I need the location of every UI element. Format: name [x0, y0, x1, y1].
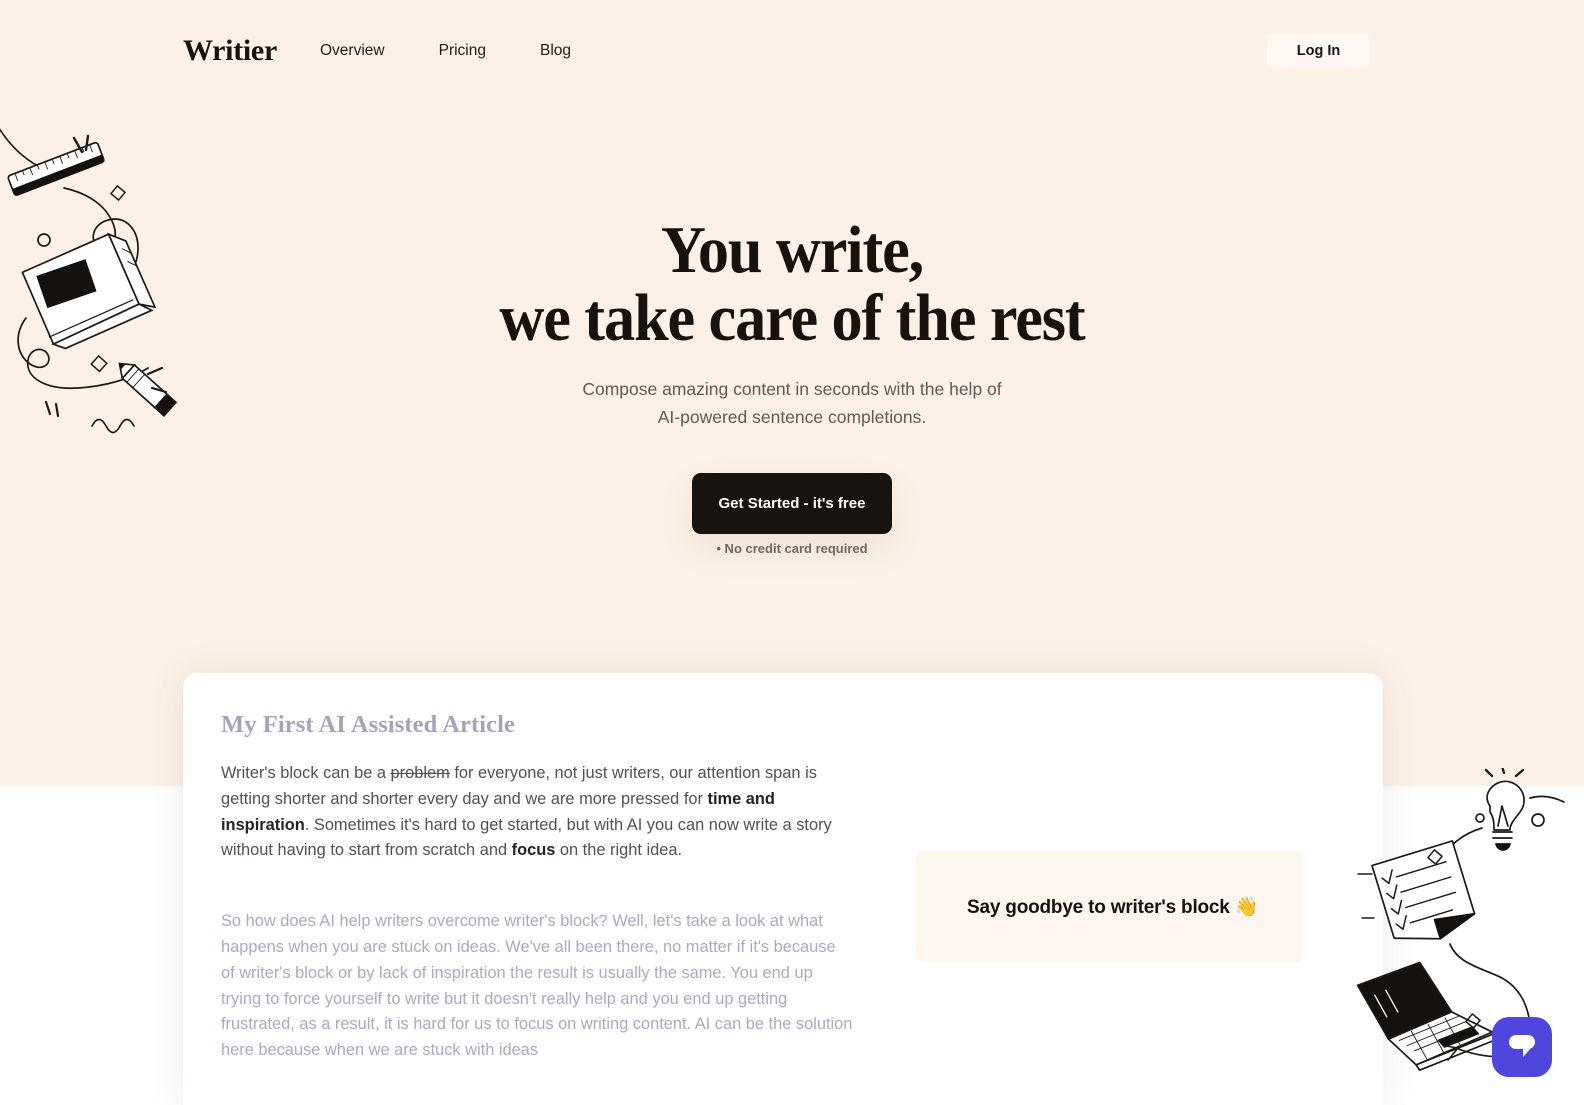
nav-link-pricing[interactable]: Pricing [439, 41, 486, 61]
hero-headline-line-2: we take care of the rest [499, 281, 1085, 355]
get-started-button[interactable]: Get Started - it's free [691, 473, 893, 534]
nav-link-blog[interactable]: Blog [540, 41, 571, 61]
document-title[interactable]: My First AI Assisted Article [221, 711, 515, 739]
bold-phrase-2: focus [511, 841, 556, 860]
callout-box: Say goodbye to writer's block 👋 [916, 851, 1303, 962]
document-body: Writer's block can be a problem for ever… [221, 761, 853, 1064]
nav-link-overview[interactable]: Overview [320, 41, 385, 61]
chat-widget-button[interactable] [1492, 1017, 1552, 1077]
editor-preview-card: My First AI Assisted Article Writer's bl… [183, 673, 1383, 1105]
cta-note: • No credit card required [716, 541, 868, 556]
hero-headline: You write, we take care of the rest [55, 216, 1528, 352]
struck-word: problem [390, 764, 450, 782]
paragraph-ai-suggestion[interactable]: So how does AI help writers overcome wri… [221, 909, 853, 1064]
login-button[interactable]: Log In [1267, 33, 1370, 68]
logo-wordmark[interactable]: Writier [183, 34, 277, 68]
hero-subheadline: Compose amazing content in seconds with … [0, 375, 1584, 431]
hero-cta-container: Get Started - it's free [0, 473, 1584, 534]
paragraph-seg-1: Writer's block can be a [221, 764, 391, 782]
landing-page: Writier Overview Pricing Blog Log In You… [0, 0, 1584, 1105]
nav-links: Overview Pricing Blog [320, 41, 571, 61]
hero-subheadline-line-1: Compose amazing content in seconds with … [582, 379, 1002, 399]
paragraph-written[interactable]: Writer's block can be a problem for ever… [221, 761, 853, 864]
top-navigation: Writier Overview Pricing Blog Log In [0, 0, 1584, 101]
paragraph-seg-4: on the right idea. [555, 841, 683, 860]
hero-headline-line-1: You write, [660, 213, 924, 287]
chat-bubble-icon [1507, 1033, 1537, 1062]
hero-subheadline-line-2: AI-powered sentence completions. [657, 407, 927, 427]
callout-text: Say goodbye to writer's block 👋 [967, 896, 1259, 918]
